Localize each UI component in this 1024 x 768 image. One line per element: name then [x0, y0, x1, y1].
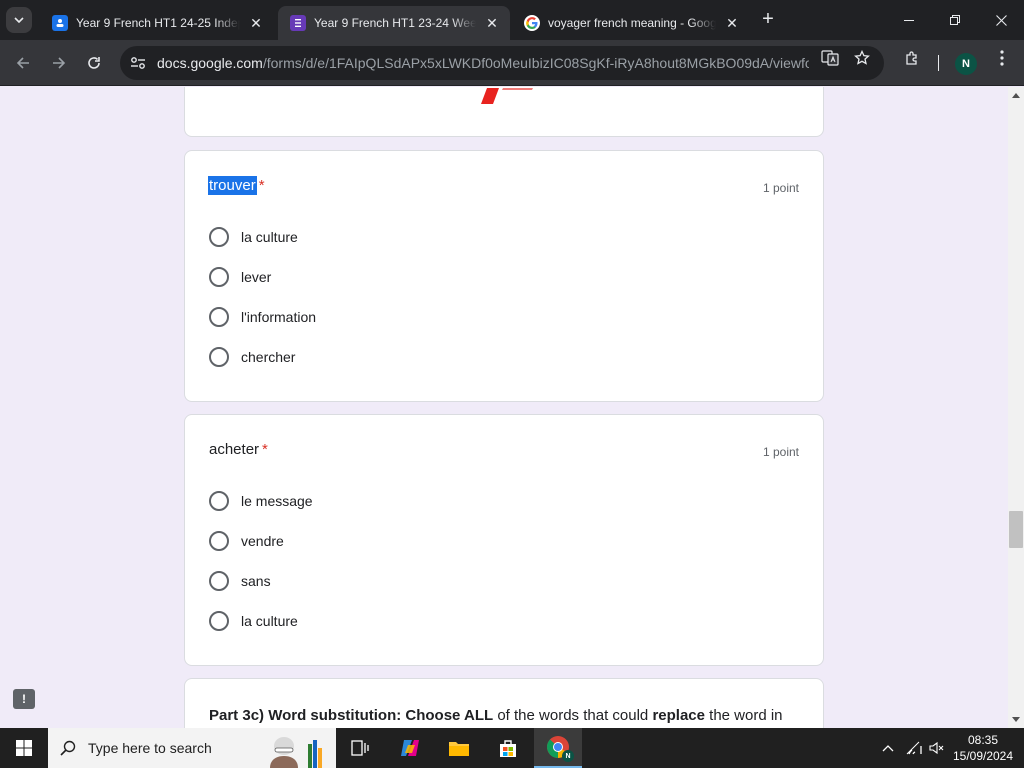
windows-taskbar: Type here to search N 08:35 15/09/2024	[0, 728, 1024, 768]
radio-option[interactable]: l'information	[209, 305, 316, 329]
radio-option[interactable]: la culture	[209, 225, 298, 249]
radio-option[interactable]: lever	[209, 265, 271, 289]
report-feedback-icon[interactable]: !	[13, 689, 35, 709]
forward-arrow-icon[interactable]	[44, 48, 74, 78]
task-view-icon[interactable]	[336, 728, 384, 768]
translate-icon[interactable]	[820, 48, 840, 68]
previous-question-card	[184, 87, 824, 137]
close-tab-icon[interactable]: ✕	[246, 13, 266, 33]
tab-title: voyager french meaning - Google Search	[548, 16, 716, 30]
question-title: acheter *	[209, 441, 268, 458]
radio-button[interactable]	[209, 267, 229, 287]
search-placeholder: Type here to search	[88, 740, 212, 756]
radio-button[interactable]	[209, 571, 229, 591]
extensions-puzzle-icon[interactable]	[902, 48, 922, 68]
question-image-fragment	[481, 88, 533, 104]
section-card-part3c: Part 3c) Word substitution: Choose ALL o…	[184, 678, 824, 728]
radio-button[interactable]	[209, 227, 229, 247]
question-card-acheter: acheter * 1 point le message vendre sans …	[184, 414, 824, 666]
new-tab-plus-icon[interactable]: +	[758, 9, 778, 30]
site-settings-icon[interactable]	[123, 48, 153, 78]
tab-search-chevron-icon[interactable]	[6, 7, 32, 33]
show-hidden-icons-chevron-icon[interactable]	[878, 738, 898, 758]
windows-start-icon[interactable]	[0, 728, 48, 768]
page-scrollbar[interactable]	[1008, 87, 1024, 728]
option-label: chercher	[241, 349, 296, 365]
option-label: la culture	[241, 613, 298, 629]
question-points: 1 point	[762, 181, 799, 195]
network-icon[interactable]	[904, 738, 924, 758]
toolbar-divider	[938, 55, 939, 71]
google-icon	[524, 15, 540, 31]
option-label: lever	[241, 269, 272, 285]
scroll-down-arrow-icon[interactable]	[1012, 717, 1020, 722]
close-window-icon[interactable]	[978, 0, 1024, 40]
file-explorer-icon[interactable]	[435, 728, 483, 768]
option-label: l'information	[241, 309, 317, 325]
tab-strip: Year 9 French HT1 24-25 Independent ✕ Ye…	[0, 0, 1024, 40]
tab-title: Year 9 French HT1 24-25 Independent	[76, 16, 240, 30]
radio-button[interactable]	[209, 307, 229, 327]
required-asterisk: *	[258, 177, 265, 194]
taskbar-search-box[interactable]: Type here to search	[48, 728, 336, 768]
minimize-icon[interactable]	[886, 0, 932, 40]
close-tab-icon[interactable]: ✕	[722, 13, 742, 33]
google-classroom-icon	[52, 15, 68, 31]
tab-independent[interactable]: Year 9 French HT1 24-25 Independent ✕	[40, 6, 274, 40]
form-page: trouver * 1 point la culture lever l'info…	[0, 87, 1008, 728]
option-label: vendre	[241, 533, 284, 549]
question-points: 1 point	[762, 445, 799, 459]
section-title: Part 3c) Word substitution: Choose ALL o…	[209, 707, 783, 724]
radio-option[interactable]: le message	[209, 489, 313, 513]
radio-option[interactable]: chercher	[209, 345, 295, 369]
radio-option[interactable]: sans	[209, 569, 271, 593]
question-card-trouver: trouver * 1 point la culture lever l'info…	[184, 150, 824, 402]
bookmark-star-icon[interactable]	[852, 48, 872, 68]
option-label: la culture	[241, 229, 298, 245]
tab-week1[interactable]: Year 9 French HT1 23-24 Week 1 ✕	[278, 6, 510, 40]
radio-option[interactable]: vendre	[209, 529, 284, 553]
required-asterisk: *	[262, 441, 268, 458]
radio-button[interactable]	[209, 491, 229, 511]
question-title: trouver *	[208, 176, 265, 195]
tab-google-search[interactable]: voyager french meaning - Google Search ✕	[512, 6, 750, 40]
chrome-profile-badge: N	[562, 750, 574, 762]
copilot-icon[interactable]	[386, 728, 434, 768]
tab-title: Year 9 French HT1 23-24 Week 1	[314, 16, 476, 30]
radio-button[interactable]	[209, 347, 229, 367]
chrome-menu-icon[interactable]	[992, 48, 1012, 68]
question-text-selected: trouver	[208, 176, 257, 195]
microsoft-store-icon[interactable]	[484, 728, 532, 768]
system-clock[interactable]: 08:35 15/09/2024	[950, 732, 1016, 764]
back-arrow-icon[interactable]	[8, 48, 38, 78]
volume-muted-icon[interactable]	[927, 738, 947, 758]
question-text: acheter	[209, 441, 260, 458]
option-label: le message	[241, 493, 313, 509]
radio-option[interactable]: la culture	[209, 609, 298, 633]
clock-date: 15/09/2024	[952, 749, 1014, 763]
radio-button[interactable]	[209, 611, 229, 631]
scroll-up-arrow-icon[interactable]	[1012, 93, 1020, 98]
address-bar[interactable]: docs.google.com/forms/d/e/1FAIpQLSdAPx5x…	[120, 46, 884, 80]
google-forms-icon	[290, 15, 306, 31]
radio-button[interactable]	[209, 531, 229, 551]
search-icon	[60, 740, 76, 756]
profile-avatar[interactable]: N	[955, 53, 977, 75]
scrollbar-thumb[interactable]	[1009, 511, 1023, 548]
clock-time: 08:35	[967, 733, 999, 747]
url-text: docs.google.com/forms/d/e/1FAIpQLSdAPx5x…	[157, 55, 809, 71]
reload-icon[interactable]	[79, 48, 109, 78]
restore-icon[interactable]	[932, 0, 978, 40]
chrome-taskbar-icon[interactable]: N	[534, 728, 582, 768]
close-tab-icon[interactable]: ✕	[482, 13, 502, 33]
option-label: sans	[241, 573, 271, 589]
browser-toolbar: docs.google.com/forms/d/e/1FAIpQLSdAPx5x…	[0, 40, 1024, 86]
search-highlight-illustration-icon	[270, 737, 322, 768]
